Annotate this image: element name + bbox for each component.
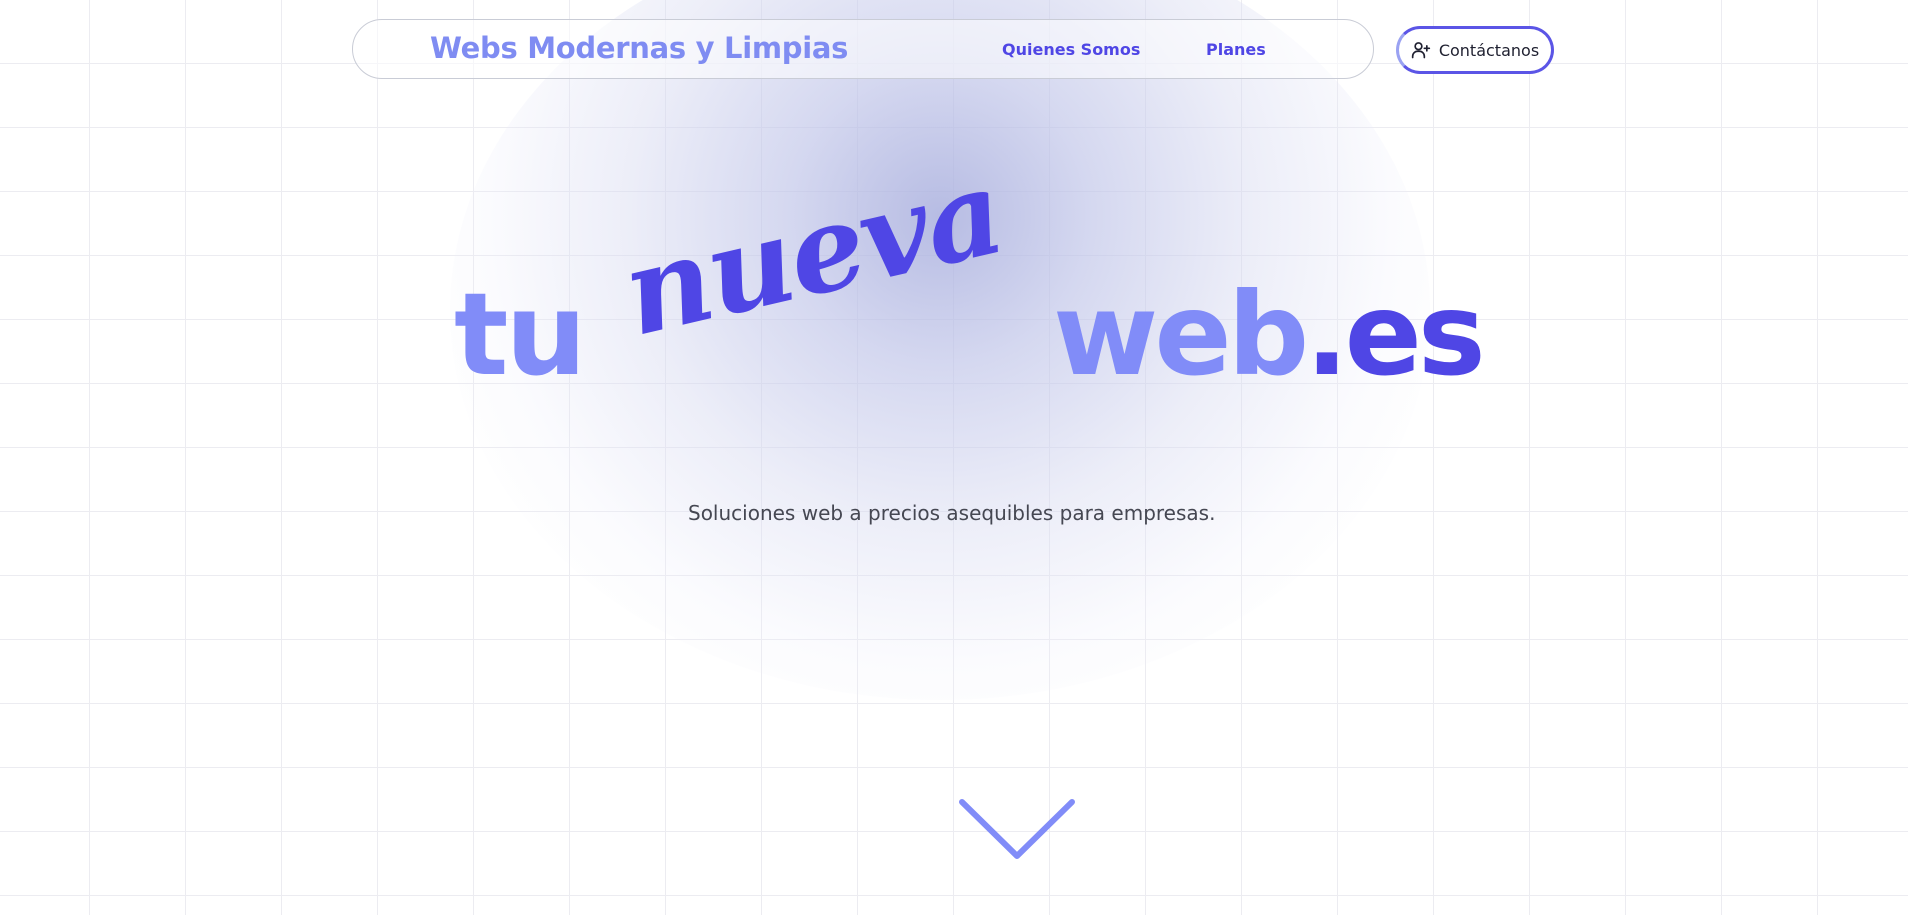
- brand-logo-text[interactable]: Webs Modernas y Limpias: [430, 31, 848, 65]
- hero-word-es: es: [1344, 268, 1486, 401]
- nav-link-quienes-somos[interactable]: Quienes Somos: [1002, 40, 1140, 59]
- contact-button[interactable]: Contáctanos: [1396, 26, 1554, 74]
- hero-subtitle: Soluciones web a precios asequibles para…: [688, 501, 1216, 525]
- hero-word-tu: tu: [454, 268, 587, 401]
- hero-word-web: web: [1053, 268, 1309, 401]
- hero-word-nueva: nueva: [610, 141, 1015, 363]
- hero-word-dot: .: [1305, 268, 1348, 401]
- contact-button-label: Contáctanos: [1438, 40, 1540, 60]
- hero-word-web-es: web.es: [1053, 278, 1486, 392]
- user-plus-icon: [1411, 42, 1430, 59]
- nav-link-planes[interactable]: Planes: [1206, 40, 1266, 59]
- chevron-down-icon[interactable]: [957, 796, 1077, 862]
- navbar: Webs Modernas y Limpias Quienes Somos Pl…: [352, 19, 1374, 79]
